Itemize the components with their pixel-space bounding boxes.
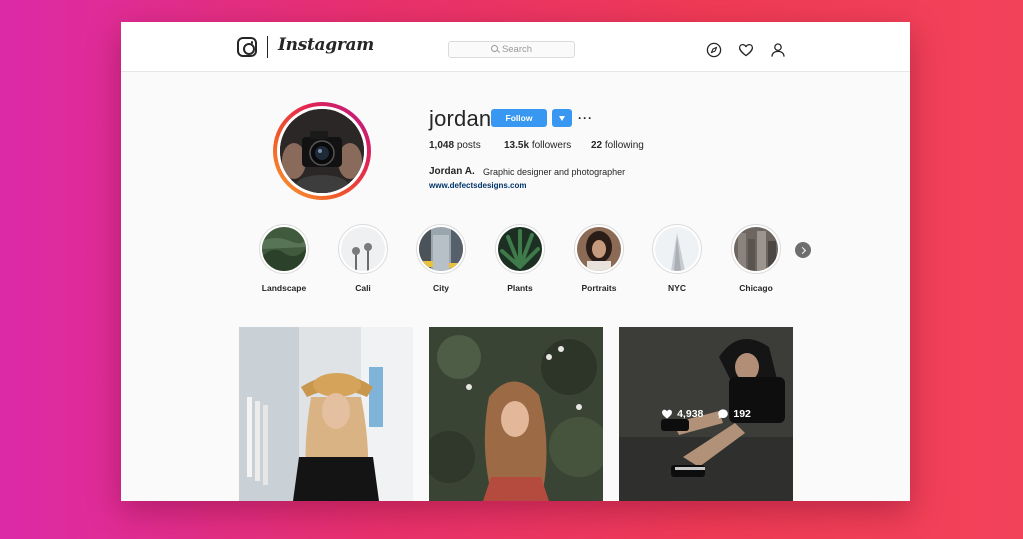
highlight-label: City [432, 283, 450, 293]
instagram-camera-icon[interactable] [237, 37, 257, 57]
post-thumbnail[interactable] [239, 327, 413, 501]
following-link[interactable]: 22 following [591, 140, 644, 151]
highlight-thumbnail [419, 227, 463, 271]
avatar-photo [280, 109, 364, 193]
highlight-label: Chicago [739, 283, 773, 293]
follow-button[interactable]: Follow [491, 109, 547, 127]
post-thumbnail-hovered[interactable]: 4,938 192 [619, 327, 793, 501]
caret-down-icon [559, 115, 565, 121]
highlights-next-button[interactable] [795, 242, 811, 258]
chevron-right-icon [798, 246, 806, 254]
post-hover-overlay: 4,938 192 [619, 327, 793, 501]
top-nav-bar: Instagram Search [121, 22, 910, 72]
search-input[interactable]: Search [448, 41, 575, 58]
highlight-thumbnail [341, 227, 385, 271]
followers-link[interactable]: 13.5k followers [504, 140, 571, 151]
more-options-button[interactable]: ··· [578, 111, 593, 125]
heart-icon[interactable] [738, 42, 754, 58]
highlight-thumbnail [498, 227, 542, 271]
highlight-thumbnail [655, 227, 699, 271]
heart-filled-icon [662, 409, 673, 419]
logo-divider [267, 36, 268, 58]
instagram-wordmark[interactable]: Instagram [278, 35, 374, 55]
highlight-label: NYC [668, 283, 686, 293]
profile-avatar[interactable] [273, 102, 371, 200]
search-icon [490, 45, 498, 52]
highlight-label: Plants [507, 283, 533, 293]
highlight-label: Cali [355, 283, 371, 293]
comments-count: 192 [717, 408, 751, 420]
highlight-thumbnail [577, 227, 621, 271]
follow-dropdown-button[interactable] [552, 109, 572, 127]
highlight-thumbnail [262, 227, 306, 271]
likes-count: 4,938 [661, 408, 703, 420]
highlight-label: Landscape [261, 283, 307, 293]
posts-count: 1,048 posts [429, 140, 481, 151]
profile-website-link[interactable]: www.defectsdesigns.com [429, 181, 527, 190]
highlight-label: Portraits [581, 283, 617, 293]
comment-bubble-icon [718, 409, 729, 419]
person-icon[interactable] [770, 42, 786, 58]
search-placeholder: Search [501, 44, 533, 55]
profile-bio: Graphic designer and photographer [483, 167, 626, 177]
profile-username: jordan [429, 106, 492, 131]
post-thumbnail[interactable] [429, 327, 603, 501]
browser-window: Instagram Search jordan Follow ··· 1,048… [121, 22, 910, 501]
profile-full-name: Jordan A. [429, 166, 475, 177]
highlight-thumbnail [734, 227, 778, 271]
compass-icon[interactable] [706, 42, 722, 58]
